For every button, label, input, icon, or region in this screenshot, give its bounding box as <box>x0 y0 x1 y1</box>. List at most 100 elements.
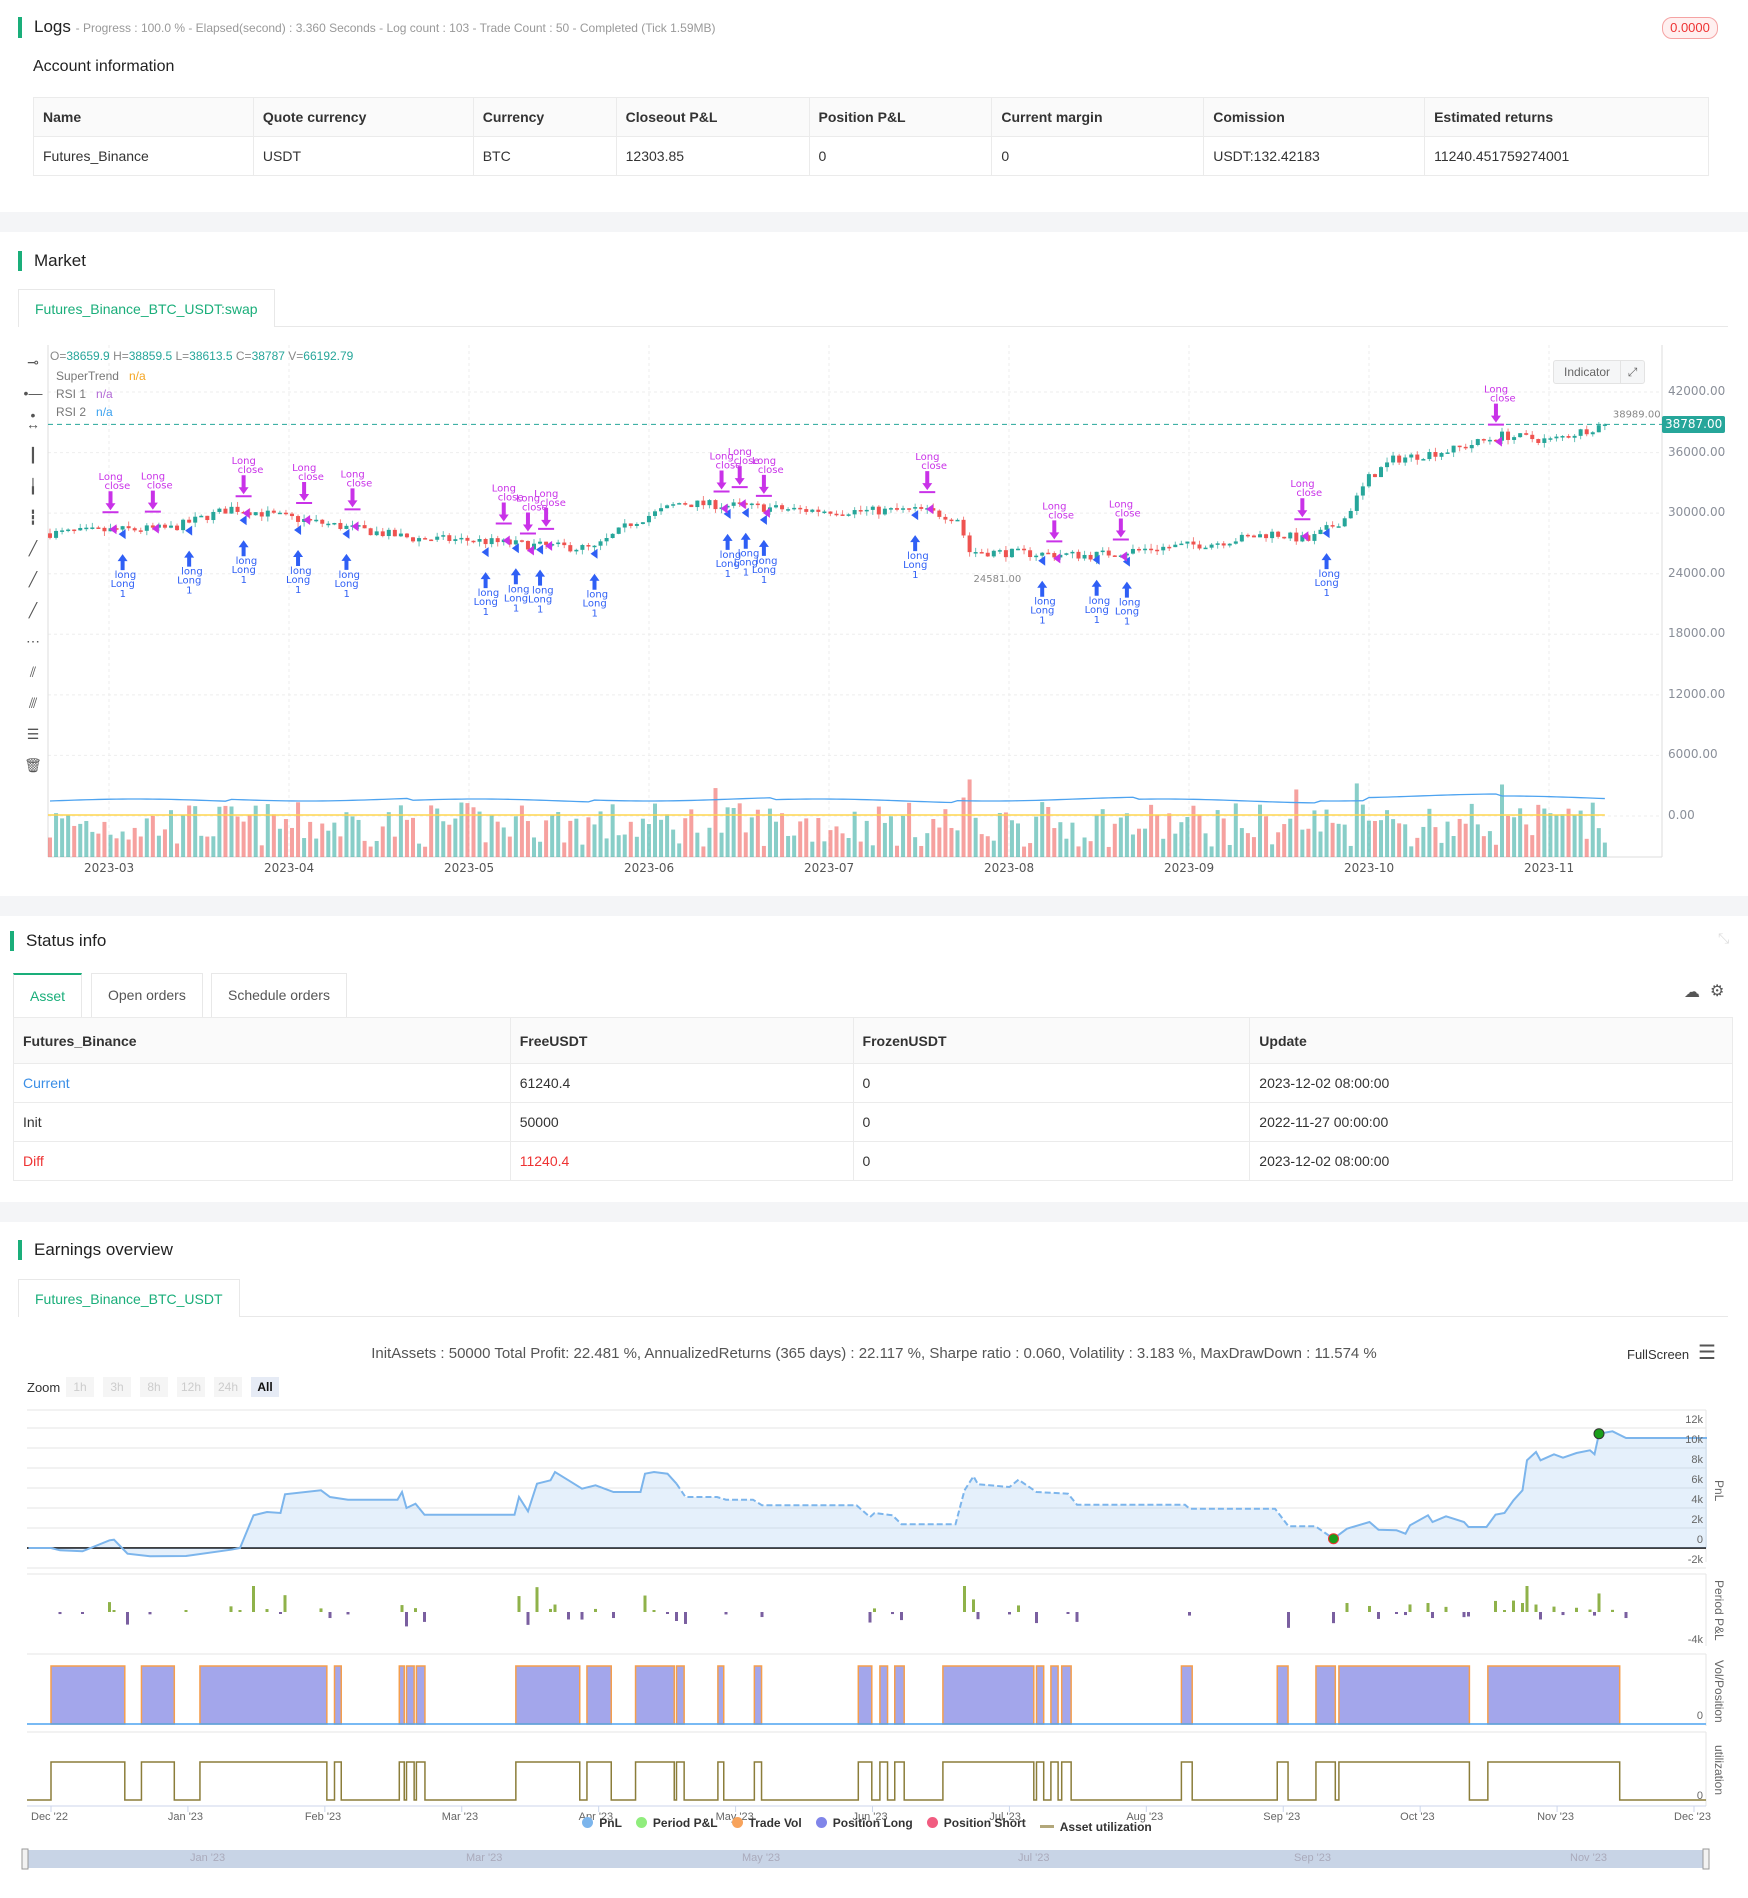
long-entry-arrow-icon <box>1121 581 1132 598</box>
candle <box>332 522 337 525</box>
high-mark-label: 38989.00 <box>1613 409 1661 420</box>
candle <box>834 513 839 516</box>
candle <box>1397 455 1402 463</box>
long-entry-arrow-icon <box>480 572 491 589</box>
panel-axis-title: Vol/Position <box>1712 1660 1726 1723</box>
long-entry-arrow-icon <box>510 568 521 585</box>
candle <box>368 528 373 536</box>
volume-bar <box>90 831 95 857</box>
zoom-button[interactable]: 8h <box>140 1377 168 1397</box>
candle <box>1318 529 1323 535</box>
legend-marker-icon <box>815 1817 827 1828</box>
period-pnl-bar <box>724 1612 728 1615</box>
tab-earnings-symbol[interactable]: Futures_Binance_BTC_USDT <box>18 1279 240 1317</box>
volume-bar <box>368 846 373 857</box>
volume-bar <box>398 805 403 857</box>
expand-icon[interactable]: ⤢ <box>1620 361 1644 383</box>
volume-bar <box>1130 834 1135 857</box>
h-label: H= <box>109 349 129 363</box>
legend-item[interactable]: Position Long <box>815 1816 913 1830</box>
volume-bar <box>338 836 343 857</box>
period-pnl-bar <box>1624 1612 1628 1619</box>
candle <box>326 523 331 526</box>
navigator-left-handle[interactable] <box>21 1848 29 1870</box>
volume-bar <box>1354 783 1359 857</box>
collapse-icon[interactable]: ⤡ <box>1718 930 1729 947</box>
candle <box>96 527 101 529</box>
volume-bar <box>302 838 307 857</box>
candle <box>477 539 482 542</box>
volume-bar <box>931 818 936 857</box>
period-pnl-bar <box>1426 1603 1430 1612</box>
legend-item[interactable]: PnL <box>582 1816 622 1830</box>
candlestick-chart[interactable]: 38989.0024581.00longLong1longLong1longLo… <box>0 0 1748 900</box>
zoom-button[interactable]: 1h <box>66 1377 94 1397</box>
candle <box>411 537 415 542</box>
zoom-button[interactable]: 24h <box>214 1377 242 1397</box>
position-long-block <box>140 1665 176 1725</box>
candle <box>429 539 434 542</box>
volume-bar <box>60 818 65 857</box>
candle <box>1506 431 1511 440</box>
volume-bar <box>628 821 633 857</box>
volume-bar <box>404 819 409 857</box>
legend-item[interactable]: Trade Vol <box>731 1816 802 1830</box>
navigator-right-handle[interactable] <box>1702 1848 1710 1870</box>
volume-bar <box>967 779 972 857</box>
close-value: 38787 <box>251 349 285 363</box>
asset-cell: Init <box>13 1102 511 1142</box>
legend-item[interactable]: Period P&L <box>635 1816 718 1830</box>
candle <box>362 525 367 529</box>
volume-bar <box>1536 804 1541 857</box>
volume-bar <box>943 809 948 857</box>
candle <box>1106 550 1111 556</box>
navigator-range[interactable] <box>27 1850 1706 1868</box>
volume-bar <box>767 808 772 857</box>
indicator-row: RSI 2 n/a <box>56 403 146 421</box>
direction-triangle-icon <box>911 510 919 521</box>
legend-item[interactable]: Position Short <box>926 1816 1026 1830</box>
volume-bar <box>1493 844 1498 857</box>
asset-cell[interactable]: Current <box>13 1063 511 1103</box>
period-pnl-bar <box>1593 1612 1596 1616</box>
candle <box>574 549 579 552</box>
volume-bar <box>501 827 506 857</box>
tab-open-orders[interactable]: Open orders <box>91 973 203 1017</box>
zoom-button[interactable]: 3h <box>103 1377 131 1397</box>
candle <box>598 541 603 546</box>
zoom-button[interactable]: All <box>251 1377 279 1397</box>
volume-bar <box>701 846 706 857</box>
volume-bar <box>1445 821 1450 857</box>
position-long-block <box>879 1665 889 1725</box>
asset-cell: 61240.4 <box>509 1063 854 1103</box>
volume-bar <box>1282 824 1287 857</box>
volume-bar <box>671 829 676 857</box>
exit-label: close <box>540 498 566 509</box>
y-tick-label: 0.00 <box>1668 808 1695 822</box>
volume-bar <box>755 809 760 857</box>
table-row: Current 61240.4 0 2023-12-02 08:00:00 <box>13 1063 1733 1103</box>
indicator-button[interactable]: Indicator ⤢ <box>1553 360 1646 384</box>
indicator-value: n/a <box>96 387 113 401</box>
volume-bar <box>610 804 615 857</box>
cloud-upload-icon[interactable]: ☁ <box>1684 982 1700 1002</box>
pnl-y-tick: 12k <box>1685 1414 1703 1426</box>
tab-schedule-orders[interactable]: Schedule orders <box>211 973 347 1017</box>
candle <box>1034 555 1039 558</box>
status-title: Status info <box>10 931 106 951</box>
fullscreen-button[interactable]: FullScreen <box>1627 1347 1689 1362</box>
volume-bar <box>786 835 791 857</box>
zoom-button[interactable]: 12h <box>177 1377 205 1397</box>
indicator-value: n/a <box>128 369 146 383</box>
menu-icon[interactable]: ☰ <box>1698 1340 1716 1365</box>
volume-bar <box>1306 828 1311 857</box>
candle <box>538 541 543 544</box>
volume-bar <box>1530 835 1535 857</box>
period-pnl-bar <box>1525 1586 1529 1612</box>
tab-asset[interactable]: Asset <box>13 973 83 1017</box>
volume-bar <box>1173 833 1178 857</box>
volume-bar <box>1040 802 1045 857</box>
legend-item[interactable]: Asset utilization <box>1039 1820 1152 1834</box>
volume-bar <box>283 819 288 857</box>
gear-icon[interactable]: ⚙ <box>1710 981 1724 1001</box>
